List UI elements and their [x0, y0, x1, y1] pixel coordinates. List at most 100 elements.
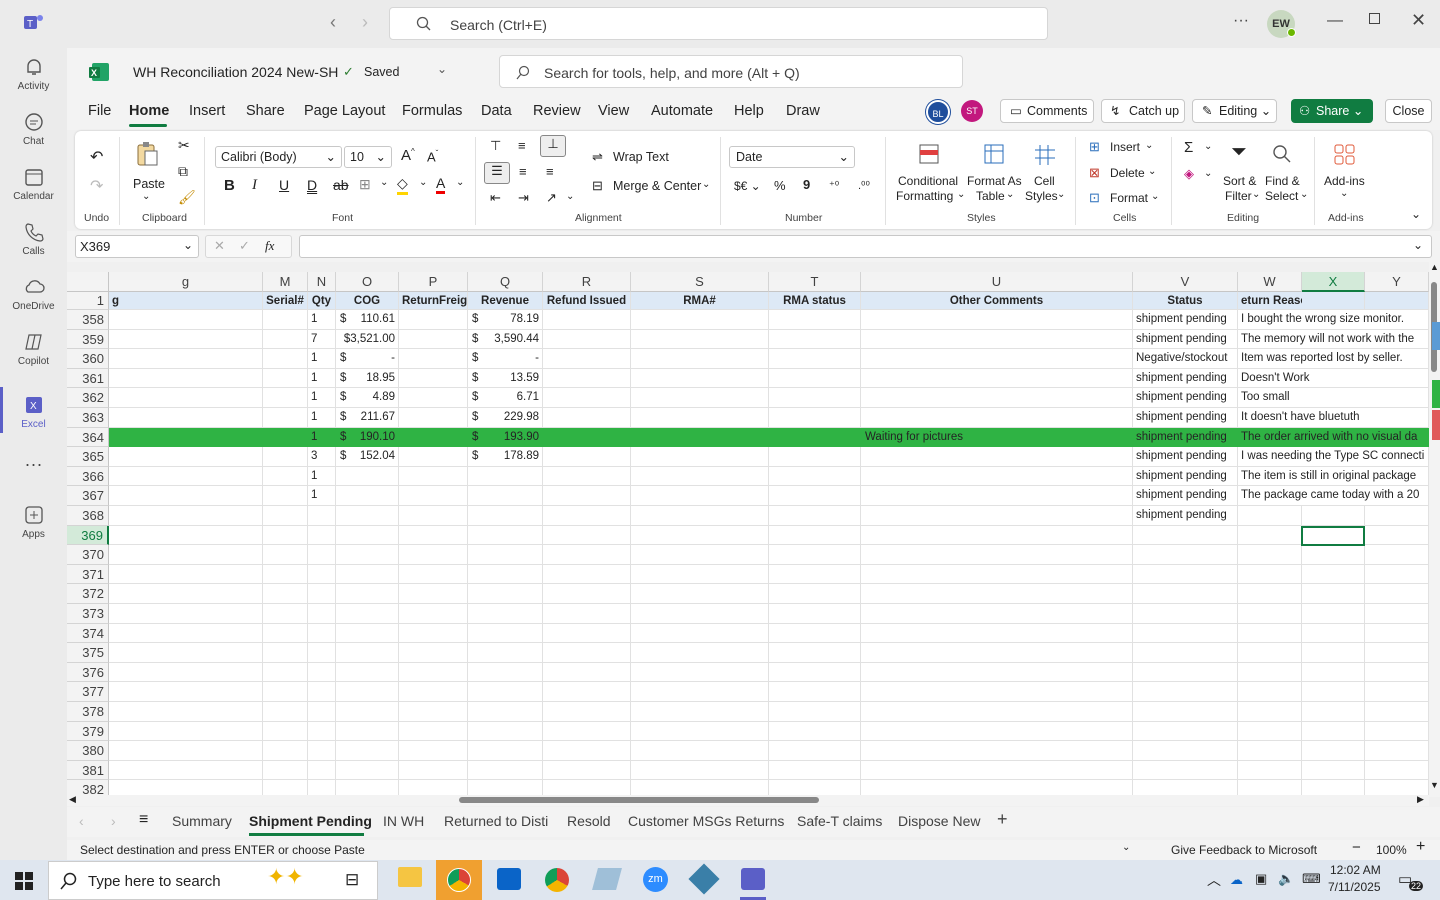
empty-cell[interactable]: [769, 525, 861, 546]
data-cell[interactable]: shipment pending: [1133, 427, 1238, 448]
empty-cell[interactable]: [1238, 525, 1302, 546]
empty-cell[interactable]: [109, 427, 263, 448]
shrink-font-icon[interactable]: Aˇ: [427, 149, 438, 164]
data-cell[interactable]: The package came today with a 20: [1238, 486, 1429, 506]
empty-cell[interactable]: [263, 623, 308, 644]
empty-cell[interactable]: [631, 329, 769, 350]
empty-cell[interactable]: [109, 525, 263, 546]
align-left-button[interactable]: ☰: [484, 162, 510, 184]
double-underline-icon[interactable]: D: [307, 177, 317, 193]
empty-cell[interactable]: [109, 682, 263, 702]
data-cell[interactable]: Too small: [1238, 388, 1429, 408]
next-sheet-icon[interactable]: ›: [111, 813, 116, 829]
select-all-corner[interactable]: [67, 272, 109, 292]
empty-cell[interactable]: [1302, 741, 1365, 761]
empty-cell[interactable]: [399, 329, 468, 350]
empty-cell[interactable]: [543, 349, 631, 369]
empty-cell[interactable]: [308, 623, 336, 644]
empty-cell[interactable]: [263, 741, 308, 761]
empty-cell[interactable]: [1302, 564, 1365, 585]
empty-cell[interactable]: [631, 643, 769, 663]
empty-cell[interactable]: [109, 662, 263, 683]
data-cell[interactable]: $3,590.44: [468, 329, 543, 350]
format-painter-icon[interactable]: 🖌: [178, 189, 196, 206]
data-cell[interactable]: I bought the wrong size monitor.: [1238, 310, 1429, 330]
empty-cell[interactable]: [109, 368, 263, 389]
empty-cell[interactable]: [769, 682, 861, 702]
confirm-formula-icon[interactable]: ✓: [239, 238, 250, 254]
empty-cell[interactable]: [109, 584, 263, 604]
cut-icon[interactable]: ✂: [178, 137, 190, 154]
header-cell[interactable]: g: [109, 292, 263, 310]
row-header[interactable]: 376: [67, 662, 109, 683]
vertical-scrollbar[interactable]: ▲ ▼: [1429, 262, 1440, 797]
empty-cell[interactable]: [399, 368, 468, 389]
empty-cell[interactable]: [543, 682, 631, 702]
chevron-down-icon[interactable]: ⌄: [1204, 168, 1212, 179]
empty-cell[interactable]: [336, 466, 399, 487]
chevron-down-icon[interactable]: ⌄: [1057, 189, 1065, 200]
increase-indent-icon[interactable]: ⇥: [518, 190, 529, 206]
empty-cell[interactable]: [543, 662, 631, 683]
empty-cell[interactable]: [1238, 702, 1302, 722]
empty-cell[interactable]: [1238, 662, 1302, 683]
empty-cell[interactable]: [263, 466, 308, 487]
empty-cell[interactable]: [1365, 623, 1429, 644]
empty-cell[interactable]: [631, 388, 769, 408]
cancel-formula-icon[interactable]: ✕: [214, 238, 225, 254]
horizontal-scroll-thumb[interactable]: [459, 797, 819, 803]
name-box[interactable]: X369 ⌄: [75, 235, 199, 258]
empty-cell[interactable]: [399, 564, 468, 585]
orientation-icon[interactable]: ↗: [546, 190, 557, 206]
data-cell[interactable]: shipment pending: [1133, 408, 1238, 428]
empty-cell[interactable]: [1302, 604, 1365, 624]
empty-cell[interactable]: [263, 682, 308, 702]
sheet-tab-customer-msgs[interactable]: Customer MSGs Returns: [628, 813, 784, 829]
empty-cell[interactable]: [631, 741, 769, 761]
empty-cell[interactable]: [399, 408, 468, 428]
empty-cell[interactable]: [861, 506, 1133, 526]
insert-function-icon[interactable]: fx: [265, 238, 274, 254]
format-cells-icon[interactable]: ⊡: [1089, 190, 1100, 206]
empty-cell[interactable]: [631, 447, 769, 467]
empty-cell[interactable]: [399, 545, 468, 565]
empty-cell[interactable]: [543, 525, 631, 546]
header-cell[interactable]: Status: [1133, 292, 1238, 310]
empty-cell[interactable]: [336, 506, 399, 526]
empty-cell[interactable]: [109, 741, 263, 761]
data-cell[interactable]: shipment pending: [1133, 329, 1238, 350]
empty-cell[interactable]: [468, 643, 543, 663]
empty-cell[interactable]: [468, 741, 543, 761]
empty-cell[interactable]: [769, 486, 861, 506]
column-header-g[interactable]: g: [109, 272, 263, 292]
empty-cell[interactable]: [1365, 604, 1429, 624]
empty-cell[interactable]: [1365, 721, 1429, 742]
cell-styles-icon[interactable]: [1033, 143, 1057, 165]
delete-cells-icon[interactable]: ⊠: [1089, 165, 1100, 181]
empty-cell[interactable]: [631, 525, 769, 546]
empty-cell[interactable]: [399, 721, 468, 742]
empty-cell[interactable]: [1365, 564, 1429, 585]
spreadsheet-grid[interactable]: gMNOPQRSTUVWXY 1 g Serial# Qty COG ReturnFrei…: [67, 272, 1429, 797]
keyboard-icon[interactable]: ⌨: [1302, 871, 1321, 887]
align-top-icon[interactable]: ⊤: [490, 138, 501, 154]
data-cell[interactable]: Item was reported lost by seller.: [1238, 349, 1429, 369]
data-cell[interactable]: $152.04: [336, 447, 399, 467]
sheet-tab-returned-to-disti[interactable]: Returned to Disti: [444, 813, 548, 829]
row-header[interactable]: 371: [67, 564, 109, 585]
empty-cell[interactable]: [1302, 643, 1365, 663]
empty-cell[interactable]: [263, 721, 308, 742]
data-cell[interactable]: $ -: [336, 349, 399, 369]
row-header[interactable]: 370: [67, 545, 109, 565]
tab-draw[interactable]: Draw: [786, 103, 820, 119]
borders-icon[interactable]: ⊞: [359, 176, 371, 193]
row-header[interactable]: 367: [67, 486, 109, 506]
header-cell[interactable]: Refund Issued: [543, 292, 631, 310]
data-cell[interactable]: $13.59: [468, 368, 543, 389]
empty-cell[interactable]: [308, 721, 336, 742]
file-explorer-icon[interactable]: [398, 867, 422, 887]
empty-cell[interactable]: [861, 682, 1133, 702]
data-cell[interactable]: $6.71: [468, 388, 543, 408]
decrease-decimal-icon[interactable]: .⁰⁰: [858, 179, 870, 192]
empty-cell[interactable]: [263, 584, 308, 604]
